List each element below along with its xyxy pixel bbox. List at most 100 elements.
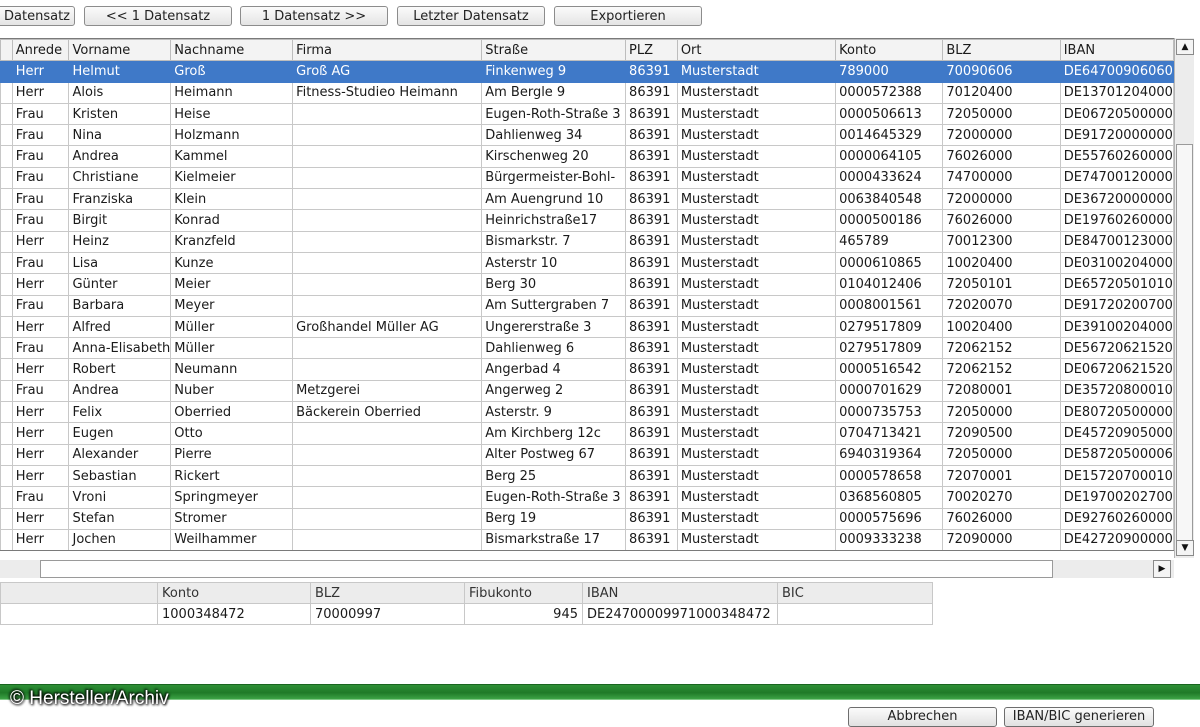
cell-anrede[interactable]: Herr [11,401,70,424]
cell-firma[interactable] [292,145,483,168]
row-selector[interactable] [0,166,13,190]
cell-ort[interactable]: Musterstadt [676,81,837,104]
row-selector[interactable] [0,124,13,147]
cell-blz[interactable]: 72020070 [942,294,1061,317]
cell-plz[interactable]: 86391 [625,209,678,232]
cell-strasse[interactable]: Eugen-Roth-Straße 3 [481,486,627,509]
cell-iban[interactable]: DE19700202700 [1059,486,1174,509]
cell-vorname[interactable]: Lisa [68,251,172,275]
cell-strasse[interactable]: Dahlienweg 6 [481,337,627,360]
cell-anrede[interactable]: Frau [11,188,70,211]
cell-strasse[interactable]: Berg 30 [481,273,627,296]
scroll-down-icon[interactable]: ▼ [1176,540,1194,556]
cell-nachname[interactable]: Meyer [170,294,294,317]
cell-konto[interactable]: 0014645329 [835,124,944,147]
cell-blz[interactable]: 70020270 [942,486,1061,509]
generate-iban-bic-button[interactable]: IBAN/BIC generieren [1004,707,1154,727]
cell-konto[interactable]: 0000610865 [835,251,944,275]
cell-blz[interactable]: 70120400 [942,81,1061,104]
cell-vorname[interactable]: Anna-Elisabeth [68,337,172,360]
cell-ort[interactable]: Musterstadt [676,294,837,317]
cell-ort[interactable]: Musterstadt [676,102,837,126]
table-row[interactable]: Frau Andrea Kammel Kirschenweg 20 86391 Muste… [0,145,1174,168]
cell-strasse[interactable]: Alter Postweg 67 [481,443,627,466]
cell-nachname[interactable]: Kunze [170,251,294,275]
cell-nachname[interactable]: Stromer [170,507,294,530]
table-row[interactable]: Herr Alexander Pierre Alter Postweg 67 86391… [0,443,1174,466]
cell-nachname[interactable]: Kammel [170,145,294,168]
cell-plz[interactable]: 86391 [625,294,678,317]
cell-ort[interactable]: Musterstadt [676,166,837,190]
cell-plz[interactable]: 86391 [625,507,678,530]
cell-nachname[interactable]: Heise [170,102,294,126]
cell-vorname[interactable]: Günter [68,273,172,296]
table-row[interactable]: Frau Lisa Kunze Asterstr 10 86391 Musterstadt… [0,251,1174,275]
cell-konto[interactable]: 0000433624 [835,166,944,190]
row-selector[interactable] [0,443,13,466]
detail-konto-value[interactable]: 1000348472 [157,603,311,625]
cell-vorname[interactable]: Birgit [68,209,172,232]
cell-anrede[interactable]: Herr [11,507,70,530]
cell-firma[interactable] [292,464,483,488]
cell-konto[interactable]: 0000500186 [835,209,944,232]
cell-anrede[interactable]: Frau [11,486,70,509]
cell-iban[interactable]: DE35720800010 [1059,379,1174,403]
cell-blz[interactable]: 74700000 [942,166,1061,190]
cell-firma[interactable] [292,273,483,296]
cell-konto[interactable]: 0008001561 [835,294,944,317]
cell-anrede[interactable]: Frau [11,102,70,126]
cell-firma[interactable] [292,294,483,317]
next-record-button[interactable]: 1 Datensatz >> [240,6,388,26]
cell-firma[interactable]: Bäckerein Oberried [292,401,483,424]
cancel-button[interactable]: Abbrechen [848,707,997,727]
cell-vorname[interactable]: Robert [68,358,172,381]
table-row[interactable]: Frau Franziska Klein Am Auengrund 10 86391 Mu… [0,188,1174,211]
cell-strasse[interactable]: Angerweg 2 [481,379,627,403]
cell-iban[interactable]: DE19760260000 [1059,209,1174,232]
cell-konto[interactable]: 0368560805 [835,486,944,509]
cell-nachname[interactable]: Konrad [170,209,294,232]
table-row[interactable]: Frau Anna-Elisabeth Müller Dahlienweg 6 8639… [0,337,1174,360]
cell-plz[interactable]: 86391 [625,230,678,253]
cell-anrede[interactable]: Frau [11,337,70,360]
cell-strasse[interactable]: Asterstr 10 [481,251,627,275]
cell-nachname[interactable]: Holzmann [170,124,294,147]
cell-plz[interactable]: 86391 [625,358,678,381]
cell-nachname[interactable]: Groß [170,60,294,83]
cell-blz[interactable]: 70012300 [942,230,1061,253]
scroll-up-icon[interactable]: ▲ [1176,39,1194,55]
cell-ort[interactable]: Musterstadt [676,315,837,339]
table-row[interactable]: Frau Barbara Meyer Am Suttergraben 7 86391 Mu… [0,294,1174,317]
cell-firma[interactable] [292,124,483,147]
cell-nachname[interactable]: Kranzfeld [170,230,294,253]
cell-firma[interactable] [292,230,483,253]
cell-anrede[interactable]: Frau [11,166,70,190]
cell-firma[interactable] [292,358,483,381]
cell-iban[interactable]: DE84700123000 [1059,230,1174,253]
cell-konto[interactable]: 0009333238 [835,528,944,550]
cell-ort[interactable]: Musterstadt [676,145,837,168]
cell-strasse[interactable]: Ungererstraße 3 [481,315,627,339]
cell-plz[interactable]: 86391 [625,528,678,550]
cell-ort[interactable]: Musterstadt [676,337,837,360]
cell-strasse[interactable]: Bismarkstraße 17 [481,528,627,550]
cell-blz[interactable]: 72090500 [942,422,1061,445]
row-selector[interactable] [0,188,13,211]
cell-blz[interactable]: 72050000 [942,102,1061,126]
table-row[interactable]: Herr Günter Meier Berg 30 86391 Musterstadt 01… [0,273,1174,296]
cell-plz[interactable]: 86391 [625,145,678,168]
cell-konto[interactable]: 0000064105 [835,145,944,168]
cell-firma[interactable] [292,528,483,550]
cell-iban[interactable]: DE39100204000 [1059,315,1174,339]
cell-iban[interactable]: DE74700120000 [1059,166,1174,190]
cell-plz[interactable]: 86391 [625,337,678,360]
row-selector[interactable] [0,209,13,232]
cell-anrede[interactable]: Herr [11,230,70,253]
cell-strasse[interactable]: Am Kirchberg 12c [481,422,627,445]
cell-nachname[interactable]: Pierre [170,443,294,466]
row-selector[interactable] [0,145,13,168]
cell-ort[interactable]: Musterstadt [676,251,837,275]
cell-blz[interactable]: 72050000 [942,443,1061,466]
detail-blz-value[interactable]: 70000997 [310,603,465,625]
cell-strasse[interactable]: Heinrichstraße17 [481,209,627,232]
